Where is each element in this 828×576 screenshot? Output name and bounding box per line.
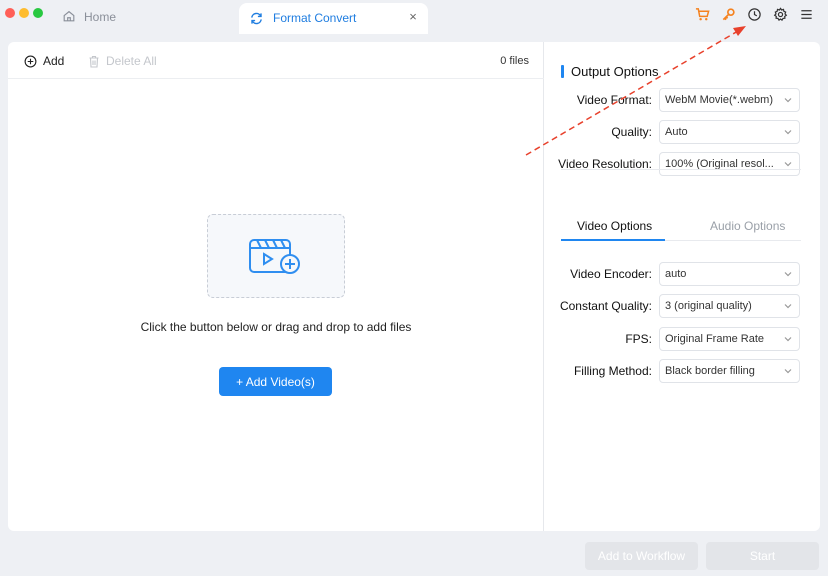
output-options-heading: Output Options bbox=[561, 64, 658, 79]
quality-select[interactable]: Auto bbox=[659, 120, 800, 144]
options-pane: Output Options Video Format: WebM Movie(… bbox=[545, 42, 820, 531]
chevron-down-icon bbox=[784, 369, 792, 374]
menu-icon[interactable] bbox=[798, 6, 814, 22]
filling-method-select[interactable]: Black border filling bbox=[659, 359, 800, 383]
cart-icon[interactable] bbox=[694, 6, 710, 22]
home-icon bbox=[62, 9, 76, 26]
clock-icon[interactable] bbox=[746, 6, 762, 22]
video-format-label: Video Format: bbox=[576, 93, 652, 107]
window-close-button[interactable] bbox=[5, 8, 15, 18]
window-minimize-button[interactable] bbox=[19, 8, 29, 18]
gear-icon[interactable] bbox=[772, 6, 788, 22]
tab-home[interactable]: Home bbox=[62, 8, 116, 26]
start-button[interactable]: Start bbox=[706, 542, 819, 570]
file-list-pane: Add Delete All 0 files Click the button … bbox=[8, 42, 544, 531]
chevron-down-icon bbox=[784, 162, 792, 167]
fps-label: FPS: bbox=[625, 332, 652, 346]
convert-icon bbox=[251, 12, 262, 25]
add-button-label: Add bbox=[43, 54, 65, 68]
output-options-title: Output Options bbox=[571, 64, 659, 79]
tab-format-convert-label: Format Convert bbox=[273, 11, 357, 25]
quality-value: Auto bbox=[665, 126, 688, 138]
tab-audio-options[interactable]: Audio Options bbox=[710, 219, 785, 233]
active-tab-underline bbox=[561, 239, 665, 241]
filling-method-value: Black border filling bbox=[665, 365, 755, 377]
close-tab-icon[interactable]: × bbox=[406, 10, 420, 24]
title-bar: Home Format Convert × bbox=[0, 0, 828, 34]
chevron-down-icon bbox=[784, 272, 792, 277]
fps-select[interactable]: Original Frame Rate bbox=[659, 327, 800, 351]
option-subtabs: Video Options Audio Options bbox=[561, 207, 801, 241]
constant-quality-label: Constant Quality: bbox=[559, 299, 652, 313]
chevron-down-icon bbox=[784, 337, 792, 342]
add-video-icon bbox=[249, 239, 300, 274]
video-encoder-row: Video Encoder: auto bbox=[545, 262, 820, 286]
quality-row: Quality: Auto bbox=[545, 120, 820, 144]
tab-video-options[interactable]: Video Options bbox=[577, 219, 652, 233]
add-to-workflow-button[interactable]: Add to Workflow bbox=[585, 542, 698, 570]
delete-all-label: Delete All bbox=[106, 54, 157, 68]
video-encoder-select[interactable]: auto bbox=[659, 262, 800, 286]
window-maximize-button[interactable] bbox=[33, 8, 43, 18]
chevron-down-icon bbox=[784, 98, 792, 103]
file-toolbar: Add Delete All 0 files bbox=[8, 42, 544, 79]
chevron-down-icon bbox=[784, 304, 792, 309]
filling-method-label: Filling Method: bbox=[573, 364, 652, 378]
filling-method-row: Filling Method: Black border filling bbox=[545, 359, 820, 383]
tab-home-label: Home bbox=[84, 10, 117, 24]
top-right-toolbar bbox=[694, 6, 814, 22]
drop-hint: Click the button below or drag and drop … bbox=[140, 320, 412, 334]
key-icon[interactable] bbox=[720, 6, 736, 22]
trash-icon bbox=[89, 55, 99, 68]
add-video-button[interactable]: + Add Video(s) bbox=[219, 367, 332, 396]
constant-quality-select[interactable]: 3 (original quality) bbox=[659, 294, 800, 318]
file-count: 0 files bbox=[500, 55, 529, 67]
video-format-value: WebM Movie(*.webm) bbox=[665, 94, 773, 106]
fps-row: FPS: Original Frame Rate bbox=[545, 327, 820, 351]
video-resolution-select[interactable]: 100% (Original resol... bbox=[659, 152, 800, 176]
drop-zone[interactable] bbox=[207, 214, 345, 298]
video-format-select[interactable]: WebM Movie(*.webm) bbox=[659, 88, 800, 112]
add-video-button-label: + Add Video(s) bbox=[236, 374, 315, 389]
main-panel: Add Delete All 0 files Click the button … bbox=[8, 42, 820, 531]
options-divider bbox=[561, 169, 801, 170]
constant-quality-row: Constant Quality: 3 (original quality) bbox=[545, 294, 820, 318]
video-resolution-row: Video Resolution: 100% (Original resol..… bbox=[545, 152, 820, 176]
chevron-down-icon bbox=[784, 130, 792, 135]
constant-quality-value: 3 (original quality) bbox=[665, 300, 752, 312]
delete-all-button[interactable]: Delete All bbox=[88, 54, 157, 68]
add-circle-icon bbox=[24, 55, 37, 67]
section-accent-bar bbox=[561, 65, 564, 78]
add-button[interactable]: Add bbox=[24, 54, 64, 68]
video-format-row: Video Format: WebM Movie(*.webm) bbox=[545, 88, 820, 112]
fps-value: Original Frame Rate bbox=[665, 333, 765, 345]
video-encoder-value: auto bbox=[665, 268, 687, 280]
quality-label: Quality: bbox=[611, 125, 652, 139]
tab-format-convert[interactable]: Format Convert × bbox=[239, 3, 428, 34]
video-encoder-label: Video Encoder: bbox=[570, 267, 652, 281]
